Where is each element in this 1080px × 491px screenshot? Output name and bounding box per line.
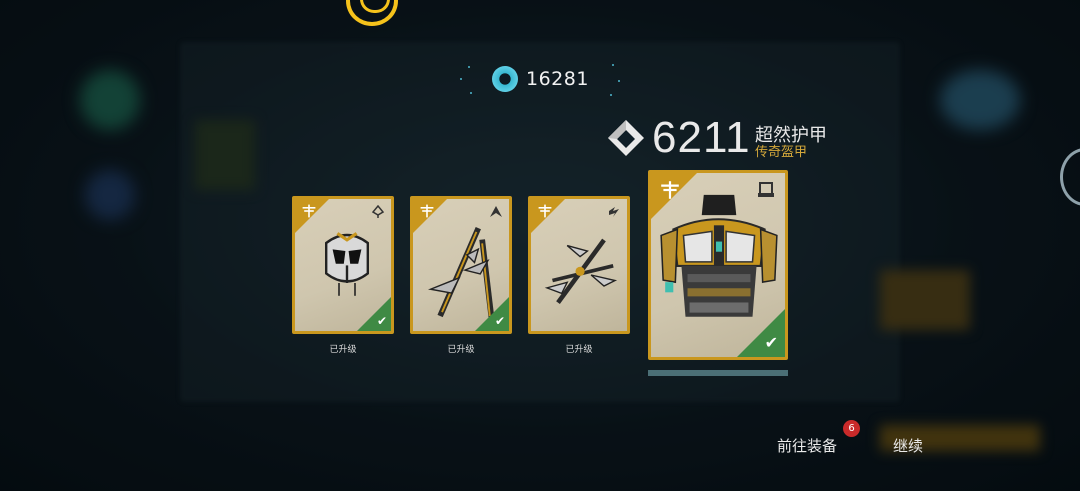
decor-dot: [610, 94, 612, 96]
go-to-equip-button[interactable]: 前往装备: [777, 435, 837, 456]
power-level-icon: [608, 120, 644, 156]
helmet-slot-icon: [371, 205, 385, 218]
decor-dot: [618, 80, 620, 82]
check-icon: ✔: [376, 314, 387, 328]
check-icon: ✔: [494, 314, 505, 328]
decor-dot: [468, 66, 470, 68]
gear-card-class-item[interactable]: [528, 196, 630, 334]
card-label: 已升级: [329, 345, 357, 355]
gear-card-helmet[interactable]: ✔: [292, 196, 394, 334]
dragonfly-icon: [302, 204, 316, 218]
dragonfly-icon: [538, 204, 552, 218]
continue-button[interactable]: 继续: [893, 435, 923, 456]
decor-dot: [612, 64, 614, 66]
power-value: 6211: [652, 113, 751, 162]
class-item-slot-icon: [609, 207, 619, 217]
weapon-icon: [544, 238, 618, 304]
selection-bar: [648, 370, 788, 376]
decor-dot: [460, 78, 462, 80]
decor-dot: [470, 92, 472, 94]
glimmer-icon: [492, 66, 518, 92]
currency-display: 16281: [492, 64, 589, 94]
gear-card-chest[interactable]: ✔: [648, 170, 788, 360]
gear-card-weapon[interactable]: ✔: [410, 196, 512, 334]
item-type: 传奇盔甲: [755, 145, 808, 160]
check-icon: ✔: [764, 333, 778, 352]
currency-value: 16281: [526, 68, 589, 90]
card-label: 已升级: [565, 345, 593, 355]
card-label: 已升级: [447, 345, 475, 355]
notification-badge: 6: [843, 420, 860, 437]
helmet-icon: [325, 232, 369, 296]
